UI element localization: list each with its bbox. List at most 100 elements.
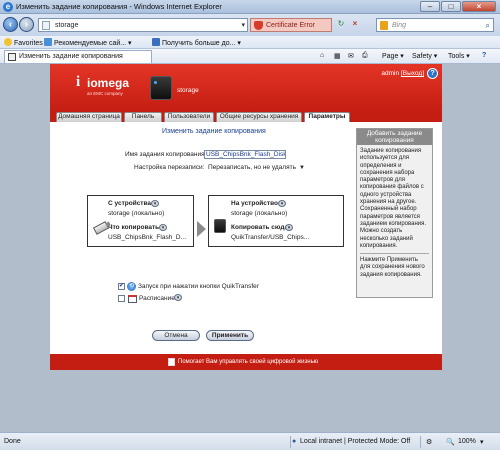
arrow-right-icon: [197, 221, 206, 237]
tab-dashboard[interactable]: Панель: [124, 112, 162, 122]
window-title: Изменить задание копирования - Windows I…: [16, 2, 222, 11]
command-bar: Изменить задание копирования ⌂ ▦ ✉ ⎙ Pag…: [0, 49, 500, 64]
refresh-icon[interactable]: ↻: [336, 19, 346, 29]
what-copy-value: USB_ChipsBnk_Flash_D...: [108, 234, 187, 241]
favorite-item-recommended-label: Рекомендуемые сай...: [54, 40, 127, 47]
schedule-checkbox[interactable]: [118, 295, 125, 302]
iomega-app: i iomega an EMC company storage admin [В…: [50, 64, 442, 370]
page-icon: [42, 21, 50, 30]
cancel-button[interactable]: Отмена: [152, 330, 200, 341]
address-bar: ‹ › storage ▾ Certificate Error ↻ × Bing…: [0, 14, 500, 36]
nas-device-icon: [214, 219, 226, 233]
close-button[interactable]: ×: [462, 1, 496, 12]
favorite-item-get-more[interactable]: Получить больше до... ▾: [152, 38, 241, 47]
help-menu[interactable]: ?: [482, 52, 486, 59]
maximize-button[interactable]: □: [441, 1, 461, 12]
url-text: storage: [55, 22, 79, 29]
schedule-dropdown-icon[interactable]: ▾: [174, 294, 182, 301]
copy-to-label: Копировать сюда:: [231, 224, 291, 231]
help-panel-body: Задание копирования используется для опр…: [357, 145, 432, 282]
certificate-error-label: Certificate Error: [266, 22, 316, 29]
to-device-label: На устройство:: [231, 200, 281, 207]
tab-users[interactable]: Пользователи: [164, 112, 214, 122]
browser-tab[interactable]: Изменить задание копирования: [4, 50, 152, 63]
what-copy-dropdown-icon[interactable]: ▾: [159, 224, 167, 231]
bing-icon: [380, 21, 388, 30]
usb-drive-icon: [92, 221, 110, 235]
home-icon[interactable]: ⌂: [320, 52, 324, 59]
zoom-icon: 🔍: [446, 439, 455, 446]
app-header: i iomega an EMC company storage admin [В…: [50, 64, 442, 112]
protected-mode-icon[interactable]: ⚙: [426, 438, 432, 446]
logout-link[interactable]: [Выход]: [401, 70, 424, 77]
brand-subtitle: an EMC company: [87, 91, 123, 96]
zoom-dropdown-icon[interactable]: ▾: [480, 438, 484, 446]
status-bar: Done ● Local intranet | Protected Mode: …: [0, 432, 500, 450]
favorites-button[interactable]: Favorites: [4, 38, 43, 47]
status-divider: [290, 436, 291, 448]
to-device-value: storage (локально): [231, 210, 288, 217]
feeds-icon[interactable]: ▦: [334, 52, 341, 60]
from-device-value: storage (локально): [108, 210, 165, 217]
iomega-logo-icon: i: [76, 74, 81, 90]
shield-icon: [254, 21, 263, 30]
source-box: С устройства: ▾ storage (локально) Что к…: [87, 195, 194, 247]
tab-settings[interactable]: Параметры: [304, 112, 350, 122]
mail-icon[interactable]: ✉: [348, 52, 354, 60]
content-area: i iomega an EMC company storage admin [В…: [0, 64, 500, 432]
device-name: storage: [177, 87, 199, 94]
url-dropdown-icon[interactable]: ▾: [241, 21, 245, 29]
destination-box: На устройство: ▾ storage (локально) Копи…: [208, 195, 344, 247]
nas-device-icon: [150, 76, 172, 100]
help-icon[interactable]: ?: [427, 68, 438, 79]
apply-button[interactable]: Применить: [206, 330, 254, 341]
app-footer: Помогает Вам управлять своей цифровой жи…: [50, 354, 442, 370]
document-icon: [168, 358, 175, 366]
app-tabs: Домашняя страница Панель Пользователи Об…: [50, 112, 442, 122]
copy-to-dropdown-icon[interactable]: ▾: [285, 224, 293, 231]
favorite-item-recommended[interactable]: Рекомендуемые сай... ▾: [44, 38, 132, 47]
safety-menu[interactable]: Safety ▾: [412, 52, 437, 60]
page-menu[interactable]: Page ▾: [382, 52, 404, 60]
minimize-button[interactable]: –: [420, 1, 440, 12]
search-input[interactable]: Bing ⌕: [376, 18, 494, 32]
tab-shares[interactable]: Общие ресурсы хранения: [216, 112, 302, 122]
from-device-dropdown-icon[interactable]: ▾: [151, 200, 159, 207]
help-panel-divider: [360, 253, 429, 255]
copy-to-value: QuikTransfer/USB_Chips...: [231, 234, 310, 241]
ie-icon: e: [3, 2, 13, 12]
help-panel-text: Задание копирования используется для опр…: [360, 148, 427, 249]
quiktransfer-label: Запуск при нажатии кнопки QuikTransfer: [138, 283, 259, 290]
search-icon[interactable]: ⌕: [486, 21, 490, 30]
user-info: admin [Выход]: [381, 70, 424, 77]
certificate-error-button[interactable]: Certificate Error: [250, 18, 332, 32]
to-device-dropdown-icon[interactable]: ▾: [278, 200, 286, 207]
overwrite-select[interactable]: Перезаписать, но не удалять ▼: [208, 163, 305, 172]
stop-icon[interactable]: ×: [350, 19, 360, 29]
quiktransfer-icon: ⟲: [127, 282, 136, 291]
back-button[interactable]: ‹: [3, 17, 18, 32]
job-name-label: Имя задания копирования:: [125, 151, 207, 158]
brand-logo: iomega: [87, 76, 130, 90]
help-panel-title: Добавить задание копирования: [357, 129, 432, 145]
tab-home[interactable]: Домашняя страница: [56, 112, 122, 122]
quiktransfer-checkbox[interactable]: ✔: [118, 283, 125, 290]
overwrite-select-value: Перезаписать, но не удалять: [208, 164, 296, 171]
url-field[interactable]: storage ▾: [38, 18, 248, 32]
help-panel: Добавить задание копирования Задание коп…: [356, 128, 433, 298]
from-device-label: С устройства:: [108, 200, 154, 207]
security-zone: Local intranet | Protected Mode: Off: [300, 438, 411, 445]
tab-page-icon: [8, 53, 16, 61]
schedule-label: Расписание: [139, 295, 175, 302]
job-name-input[interactable]: USB_ChipsBnk_Flash_Disk_: [204, 150, 286, 159]
help-panel-hint: Нажмите Применить для сохранения нового …: [360, 257, 425, 278]
forward-button[interactable]: ›: [19, 17, 34, 32]
status-text: Done: [4, 438, 21, 445]
tools-menu[interactable]: Tools ▾: [448, 52, 470, 60]
browser-tab-title: Изменить задание копирования: [19, 53, 123, 60]
web-slice-icon: [44, 38, 52, 46]
user-name: admin: [381, 70, 400, 77]
zoom-level[interactable]: 100%: [458, 438, 476, 445]
print-icon[interactable]: ⎙: [362, 52, 368, 60]
calendar-icon: [128, 295, 137, 303]
